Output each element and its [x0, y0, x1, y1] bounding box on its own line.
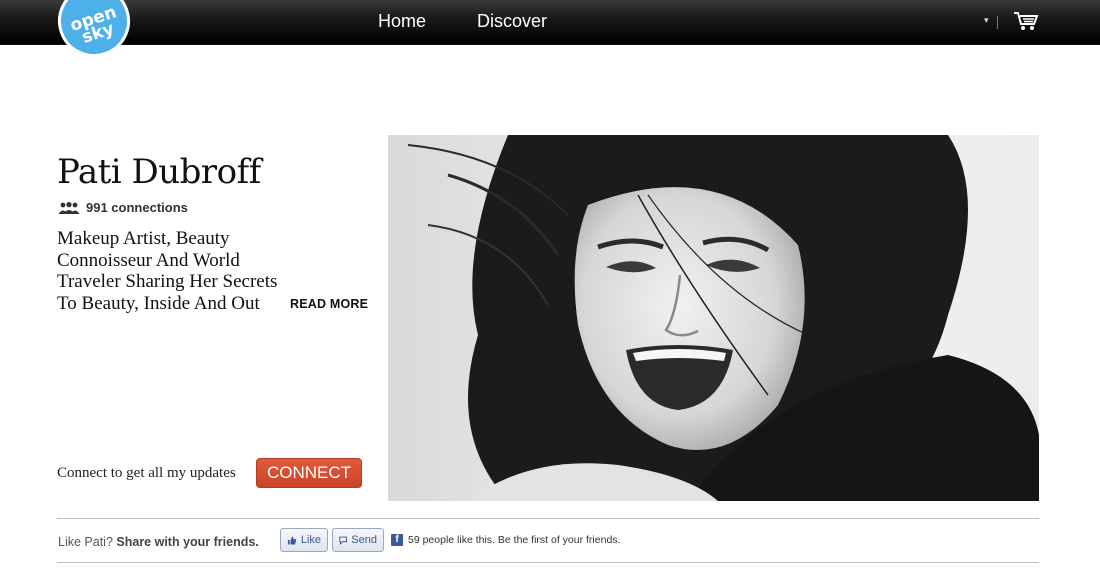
profile-name: Pati Dubroff	[57, 152, 261, 192]
nav-home-link[interactable]: Home	[378, 11, 426, 32]
nav-discover-link[interactable]: Discover	[477, 11, 547, 32]
profile-bio: Makeup Artist, Beauty Connoisseur And Wo…	[57, 228, 278, 314]
share-divider-bottom	[57, 562, 1039, 563]
speech-bubble-icon	[339, 536, 347, 545]
chevron-down-icon[interactable]: ▾	[984, 15, 989, 26]
facebook-icon: f	[391, 534, 403, 546]
read-more-link[interactable]: READ MORE	[290, 297, 368, 311]
facebook-like-count: 59 people like this. Be the first of you…	[408, 534, 621, 546]
facebook-send-button[interactable]: Send	[332, 528, 384, 552]
connections-count[interactable]: 991 connections	[58, 200, 188, 215]
top-nav-bar: Home Discover ▾	[0, 0, 1100, 45]
thumbs-up-icon	[287, 535, 297, 545]
facebook-like-button[interactable]: Like	[280, 528, 328, 552]
connect-prompt: Connect to get all my updates	[57, 465, 236, 481]
opensky-logo[interactable]: open sky	[48, 0, 140, 67]
share-divider-top	[57, 518, 1039, 519]
like-label: Like	[300, 534, 321, 546]
cart-icon[interactable]	[1013, 10, 1039, 32]
share-prompt: Like Pati? Share with your friends.	[58, 535, 259, 549]
connect-button[interactable]: CONNECT	[256, 458, 362, 488]
share-question: Like Pati?	[58, 535, 113, 549]
share-cta: Share with your friends.	[116, 535, 259, 549]
connections-label: 991 connections	[86, 200, 188, 215]
portrait-image	[388, 135, 1039, 501]
people-icon	[58, 201, 80, 214]
nav-divider	[997, 16, 998, 29]
send-label: Send	[351, 534, 377, 546]
profile-hero-photo	[388, 135, 1039, 501]
